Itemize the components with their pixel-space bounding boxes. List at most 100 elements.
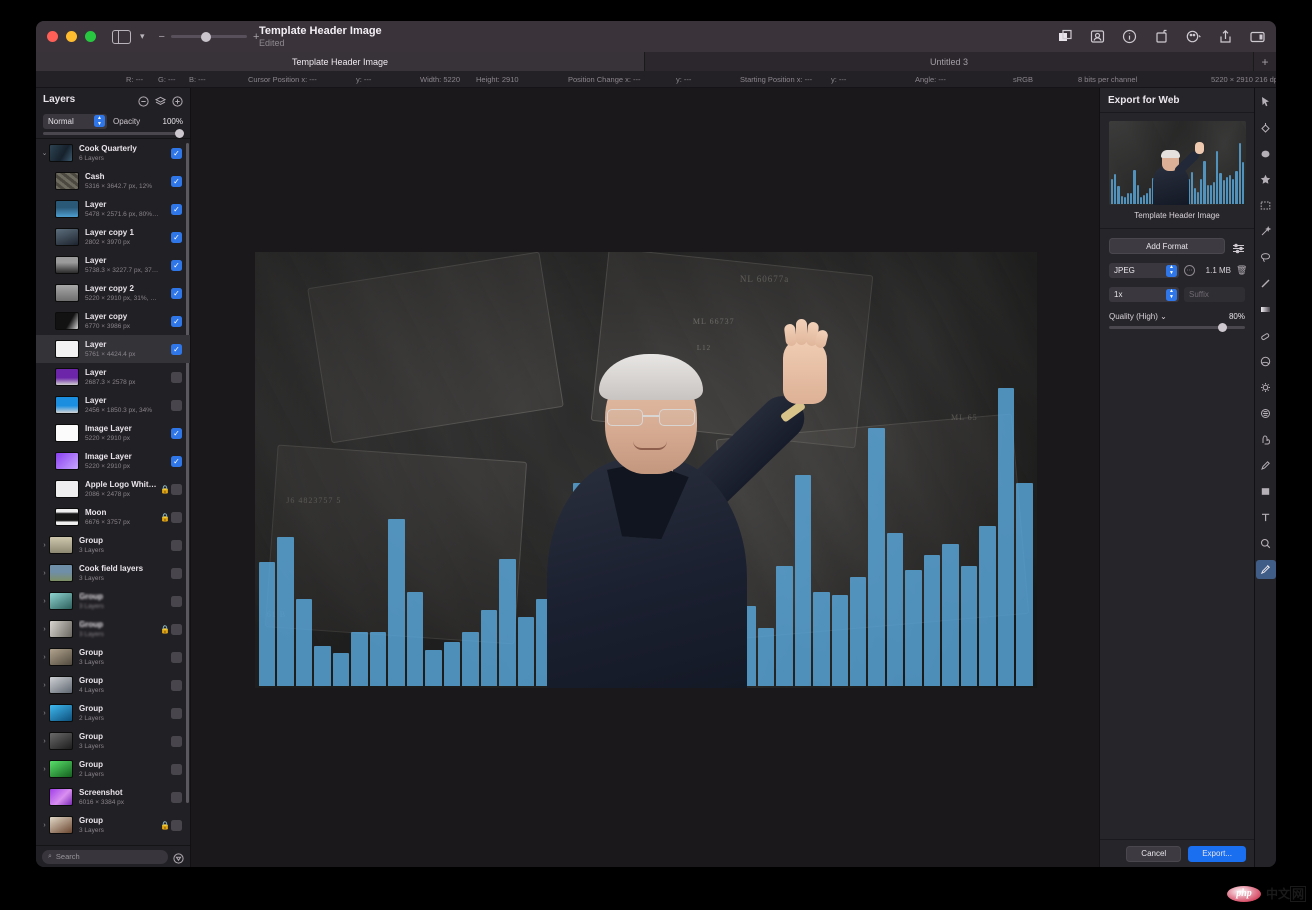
layer-row[interactable]: › Group 2 Layers — [36, 755, 190, 783]
disclosure-triangle-icon[interactable]: › — [40, 542, 49, 549]
export-button[interactable]: Export... — [1188, 845, 1246, 862]
gradient-tool[interactable] — [1256, 300, 1276, 319]
layer-row[interactable]: › Group 2 Layers — [36, 699, 190, 727]
format-options-icon[interactable]: ⋯ — [1184, 265, 1195, 276]
zoom-slider-knob[interactable] — [200, 31, 211, 42]
layer-row[interactable]: Moon 6676 × 3757 px 🔒 — [36, 503, 190, 531]
shape-blob-tool[interactable] — [1256, 144, 1276, 163]
quality-slider-knob[interactable] — [1217, 322, 1227, 332]
tab-untitled-3[interactable]: Untitled 3 — [645, 52, 1254, 71]
chevron-updown-icon[interactable]: ▲ ▼ — [1166, 264, 1177, 277]
suffix-input[interactable]: Suffix — [1184, 287, 1245, 302]
minimize-button[interactable] — [66, 31, 77, 42]
maximize-button[interactable] — [85, 31, 96, 42]
disclosure-triangle-icon[interactable]: › — [40, 682, 49, 689]
disclosure-triangle-icon[interactable]: › — [40, 626, 49, 633]
disclosure-triangle-icon[interactable]: › — [40, 654, 49, 661]
layer-row[interactable]: Layer copy 2 5220 × 2910 px, 31%, Ligh...… — [36, 279, 190, 307]
layer-row[interactable]: Screenshot 6016 × 3384 px — [36, 783, 190, 811]
layer-visibility-checkbox[interactable] — [171, 707, 182, 719]
layer-row[interactable]: Layer5738.3 × 3227.7 px, 37%, L... ✓ — [36, 251, 190, 279]
lasso-tool[interactable] — [1256, 248, 1276, 267]
artboard[interactable]: NL 60677a ML 66737 L12 ML 65 MG 53264757… — [255, 252, 1037, 688]
layer-visibility-checkbox[interactable]: ✓ — [171, 315, 182, 327]
line-tool[interactable] — [1256, 274, 1276, 293]
eraser-tool[interactable] — [1256, 326, 1276, 345]
layer-visibility-checkbox[interactable] — [171, 595, 182, 607]
disclosure-triangle-icon[interactable]: ⌄ — [40, 149, 49, 157]
lock-icon[interactable]: 🔒 — [160, 821, 170, 830]
delete-format-icon[interactable]: 🗑 — [1236, 265, 1247, 276]
layer-visibility-checkbox[interactable]: ✓ — [171, 259, 182, 271]
layer-visibility-checkbox[interactable] — [171, 763, 182, 775]
zoom-tool[interactable] — [1256, 534, 1276, 553]
cancel-button[interactable]: Cancel — [1126, 845, 1182, 862]
layer-row[interactable]: › Group 3 Layers 🔒 — [36, 615, 190, 643]
layer-visibility-checkbox[interactable]: ✓ — [171, 231, 182, 243]
opacity-slider[interactable] — [43, 129, 184, 138]
adjust-color-icon[interactable] — [1185, 28, 1202, 45]
format-select[interactable]: JPEG ▲ ▼ — [1109, 263, 1179, 278]
marquee-tool[interactable] — [1256, 196, 1276, 215]
layer-row[interactable]: Layer 5761 × 4424.4 px ✓ — [36, 335, 190, 363]
canvas-area[interactable]: NL 60677a ML 66737 L12 ML 65 MG 53264757… — [191, 88, 1099, 867]
zoom-slider[interactable]: − + — [159, 31, 260, 43]
layer-visibility-checkbox[interactable] — [171, 623, 182, 635]
layer-row[interactable]: Layer copy 6770 × 3986 px ✓ — [36, 307, 190, 335]
layer-visibility-checkbox[interactable] — [171, 567, 182, 579]
crop-icon[interactable] — [1153, 28, 1170, 45]
layer-row[interactable]: › Group 3 Layers 🔒 — [36, 811, 190, 839]
layer-list[interactable]: ⌄ Cook Quarterly 6 Layers ✓ Cash 5316 × 3642.… — [36, 138, 190, 845]
dodge-tool[interactable] — [1256, 378, 1276, 397]
disclosure-triangle-icon[interactable]: › — [40, 766, 49, 773]
layer-visibility-checkbox[interactable] — [171, 651, 182, 663]
layer-visibility-checkbox[interactable]: ✓ — [171, 147, 182, 159]
layer-visibility-checkbox[interactable]: ✓ — [171, 175, 182, 187]
layer-row[interactable]: › Cook field layers 3 Layers — [36, 559, 190, 587]
quality-slider[interactable] — [1109, 322, 1245, 332]
scale-select[interactable]: 1x ▲ ▼ — [1109, 287, 1179, 302]
share-icon[interactable] — [1217, 28, 1234, 45]
tab-template-header-image[interactable]: Template Header Image — [36, 52, 645, 71]
smudge-tool[interactable] — [1256, 430, 1276, 449]
layer-visibility-checkbox[interactable] — [171, 791, 182, 803]
layer-visibility-checkbox[interactable] — [171, 679, 182, 691]
add-format-button[interactable]: Add Format — [1109, 238, 1225, 254]
persona-icon[interactable] — [1089, 28, 1106, 45]
rectangle-tool[interactable] — [1256, 482, 1276, 501]
disclosure-triangle-icon[interactable]: › — [40, 570, 49, 577]
layer-row[interactable]: › Group 3 Layers — [36, 587, 190, 615]
move-tool[interactable] — [1256, 92, 1276, 111]
opacity-slider-knob[interactable] — [175, 129, 184, 138]
layers-group-icon[interactable] — [154, 94, 167, 105]
chevron-updown-icon[interactable]: ▲ ▼ — [1166, 288, 1177, 301]
zoom-out-icon[interactable]: − — [159, 31, 165, 43]
layer-visibility-checkbox[interactable] — [171, 371, 182, 383]
disclosure-triangle-icon[interactable]: › — [40, 710, 49, 717]
brush-tool[interactable] — [1255, 560, 1276, 579]
export-settings-icon[interactable] — [1232, 241, 1245, 253]
layer-visibility-checkbox[interactable]: ✓ — [171, 287, 182, 299]
layer-row[interactable]: › Group 3 Layers — [36, 643, 190, 671]
disclosure-triangle-icon[interactable]: › — [40, 598, 49, 605]
layer-visibility-checkbox[interactable]: ✓ — [171, 427, 182, 439]
layer-row[interactable]: ⌄ Cook Quarterly 6 Layers ✓ — [36, 139, 190, 167]
new-tab-button[interactable]: + — [1254, 52, 1276, 71]
close-button[interactable] — [47, 31, 58, 42]
layer-row[interactable]: › Group 3 Layers — [36, 727, 190, 755]
layer-visibility-checkbox[interactable] — [171, 399, 182, 411]
layer-visibility-checkbox[interactable] — [171, 511, 182, 523]
layer-visibility-checkbox[interactable] — [171, 539, 182, 551]
blur-tool[interactable] — [1256, 404, 1276, 423]
clone-stamp-tool[interactable] — [1256, 352, 1276, 371]
lock-icon[interactable]: 🔒 — [160, 625, 170, 634]
chevron-down-icon[interactable]: ▾ — [140, 32, 145, 41]
layer-row[interactable]: Layer copy 1 2802 × 3970 px ✓ — [36, 223, 190, 251]
disclosure-triangle-icon[interactable]: › — [40, 822, 49, 829]
layer-visibility-checkbox[interactable]: ✓ — [171, 343, 182, 355]
magic-wand-tool[interactable] — [1256, 222, 1276, 241]
star-tool[interactable] — [1256, 170, 1276, 189]
layer-row[interactable]: Layer 2456 × 1850.3 px, 34% — [36, 391, 190, 419]
sidebar-toggle-icon[interactable] — [112, 29, 131, 44]
disclosure-triangle-icon[interactable]: › — [40, 738, 49, 745]
